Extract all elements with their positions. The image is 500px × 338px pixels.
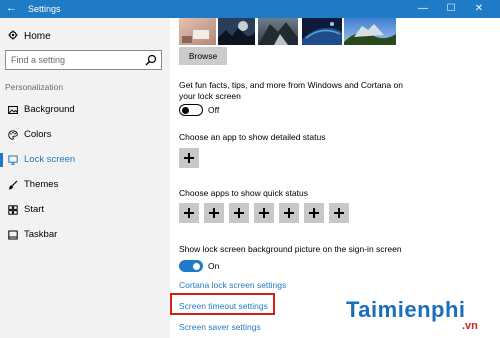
screen-saver-settings-link[interactable]: Screen saver settings: [179, 322, 261, 332]
section-label: Personalization: [5, 82, 64, 92]
picture-icon: [8, 106, 18, 114]
thumbnail-image[interactable]: [218, 18, 255, 45]
sidebar-item-label: Themes: [24, 179, 59, 190]
search-placeholder: Find a setting: [11, 55, 66, 65]
add-quick-status-app-button[interactable]: [279, 203, 299, 223]
start-icon: [8, 205, 18, 215]
browse-button[interactable]: Browse: [179, 47, 227, 65]
title-bar: ← Settings — ☐ ✕: [0, 0, 500, 18]
sidebar-item-label: Colors: [24, 129, 52, 140]
cortana-lock-screen-settings-link[interactable]: Cortana lock screen settings: [179, 280, 286, 290]
sidebar-item-start[interactable]: Start: [0, 200, 170, 220]
thumbnail-image[interactable]: [344, 18, 396, 45]
sidebar-item-label: Background: [24, 104, 75, 115]
toggle-knob: [182, 107, 189, 114]
add-quick-status-app-button[interactable]: [229, 203, 249, 223]
sidebar-item-themes[interactable]: Themes: [0, 175, 170, 195]
thumbnail-image[interactable]: [179, 18, 216, 45]
sidebar-item-label: Taskbar: [24, 229, 58, 240]
window-title: Settings: [28, 4, 61, 14]
signin-background-toggle-state: On: [208, 261, 220, 271]
search-icon: [145, 54, 157, 66]
search-input[interactable]: Find a setting: [5, 50, 162, 70]
watermark-logo: Taimienphi .vn: [342, 294, 500, 338]
watermark-brand: Taimienphi: [346, 297, 466, 322]
minimize-button[interactable]: —: [408, 0, 438, 18]
add-quick-status-app-button[interactable]: [329, 203, 349, 223]
add-detailed-status-app-button[interactable]: [179, 148, 199, 168]
quick-status-label: Choose apps to show quick status: [179, 188, 308, 198]
main-content: Browse Get fun facts, tips, and more fro…: [170, 18, 500, 338]
active-indicator: [0, 153, 3, 167]
close-button[interactable]: ✕: [464, 0, 494, 18]
signin-background-label: Show lock screen background picture on t…: [179, 244, 402, 254]
taskbar-icon: [8, 230, 18, 240]
sidebar-item-taskbar[interactable]: Taskbar: [0, 225, 170, 245]
highlight-box: [170, 293, 275, 315]
signin-background-toggle[interactable]: [179, 260, 203, 272]
lock-screen-icon: [8, 155, 18, 165]
sidebar-item-background[interactable]: Background: [0, 100, 170, 120]
thumbnail-image[interactable]: [258, 18, 298, 45]
sidebar-item-colors[interactable]: Colors: [0, 125, 170, 145]
sidebar-item-label: Start: [24, 204, 45, 215]
add-quick-status-app-button[interactable]: [304, 203, 324, 223]
fun-facts-description: Get fun facts, tips, and more from Windo…: [179, 80, 403, 101]
home-link[interactable]: Home: [8, 30, 51, 43]
brush-icon: [8, 180, 18, 190]
fun-facts-toggle-state: Off: [208, 105, 220, 115]
sidebar: Home Find a setting Personalization Back…: [0, 18, 170, 338]
sidebar-item-lock-screen[interactable]: Lock screen: [0, 150, 170, 170]
back-arrow-icon[interactable]: ←: [6, 2, 17, 15]
fun-facts-toggle[interactable]: [179, 104, 203, 116]
sidebar-item-label: Lock screen: [24, 154, 76, 165]
thumbnail-image[interactable]: [302, 18, 342, 45]
gear-icon: [8, 30, 18, 40]
add-quick-status-app-button[interactable]: [254, 203, 274, 223]
toggle-knob: [193, 262, 200, 270]
add-quick-status-app-button[interactable]: [204, 203, 224, 223]
palette-icon: [8, 130, 18, 140]
home-label: Home: [24, 31, 51, 42]
add-quick-status-app-button[interactable]: [179, 203, 199, 223]
detailed-status-label: Choose an app to show detailed status: [179, 132, 326, 142]
watermark-domain: .vn: [462, 320, 478, 332]
maximize-button[interactable]: ☐: [436, 0, 466, 18]
